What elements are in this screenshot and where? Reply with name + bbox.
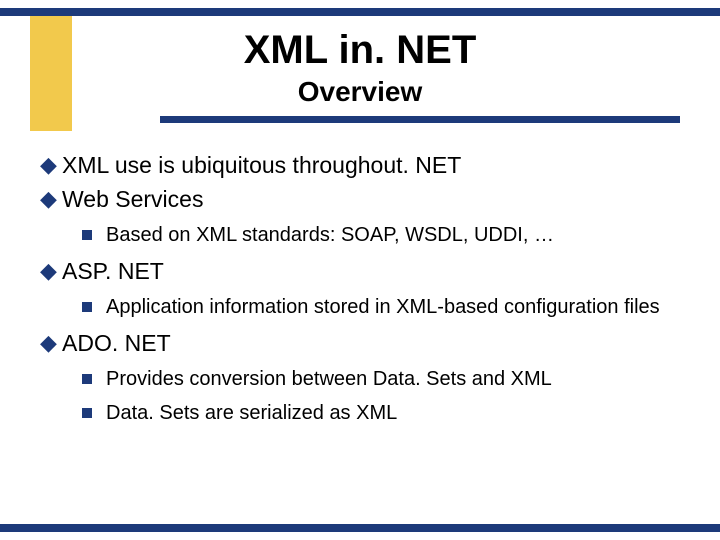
list-subitem-text: Data. Sets are serialized as XML [106,400,397,426]
list-item: ◆ XML use is ubiquitous throughout. NET [40,150,680,180]
list-subitem: Data. Sets are serialized as XML [82,400,680,426]
square-bullet-icon [82,302,92,312]
diamond-bullet-icon: ◆ [40,150,62,180]
list-item-text: ADO. NET [62,328,171,358]
list-subitem: Application information stored in XML-ba… [82,294,680,320]
slide: XML in. NET Overview ◆ XML use is ubiqui… [0,0,720,540]
slide-subtitle: Overview [0,76,720,108]
square-bullet-icon [82,230,92,240]
square-bullet-icon [82,408,92,418]
list-item: ◆ ADO. NET [40,328,680,358]
slide-body: ◆ XML use is ubiquitous throughout. NET … [40,150,680,434]
diamond-bullet-icon: ◆ [40,256,62,286]
title-underline [160,116,680,123]
square-bullet-icon [82,374,92,384]
diamond-bullet-icon: ◆ [40,328,62,358]
list-subitem-text: Application information stored in XML-ba… [106,294,660,320]
slide-title: XML in. NET [0,28,720,73]
top-accent-bar [0,8,720,16]
list-item: ◆ ASP. NET [40,256,680,286]
list-subitem-text: Provides conversion between Data. Sets a… [106,366,552,392]
bottom-accent-bar [0,524,720,532]
list-subitem-text: Based on XML standards: SOAP, WSDL, UDDI… [106,222,554,248]
diamond-bullet-icon: ◆ [40,184,62,214]
list-item-text: XML use is ubiquitous throughout. NET [62,150,461,180]
list-subitem: Based on XML standards: SOAP, WSDL, UDDI… [82,222,680,248]
list-item: ◆ Web Services [40,184,680,214]
list-item-text: ASP. NET [62,256,164,286]
list-subitem: Provides conversion between Data. Sets a… [82,366,680,392]
list-item-text: Web Services [62,184,203,214]
